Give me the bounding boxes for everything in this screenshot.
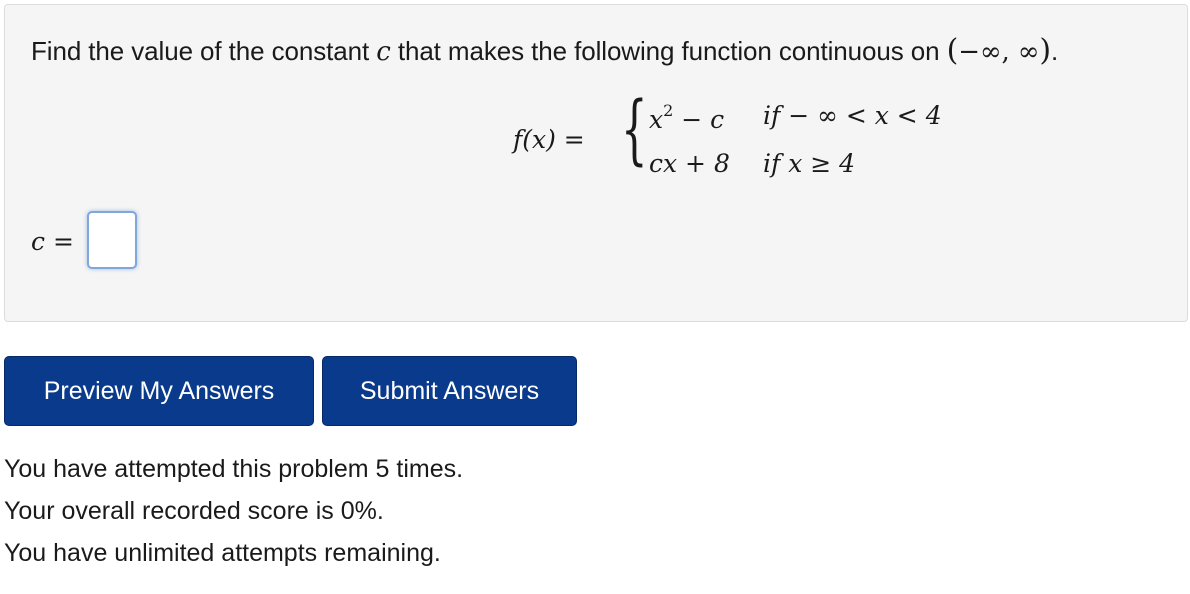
problem-prompt: Find the value of the constant c that ma… (31, 33, 1058, 68)
case-2-condition: if x ≥ 4 (763, 149, 856, 178)
score-status: Your overall recorded score is 0%. (4, 497, 384, 525)
prompt-text-after: that makes the following function contin… (397, 36, 940, 66)
attempts-status: You have attempted this problem 5 times. (4, 455, 464, 483)
preview-answers-button[interactable]: Preview My Answers (4, 356, 314, 426)
interval-close-paren: ) (1039, 33, 1051, 68)
function-lhs: f(x) = (513, 125, 585, 154)
prompt-period: . (1050, 36, 1059, 66)
piecewise-brace: { (621, 84, 648, 173)
remaining-status: You have unlimited attempts remaining. (4, 539, 441, 567)
submit-answers-button[interactable]: Submit Answers (322, 356, 577, 426)
case-2-expression: cx + 8 (649, 149, 730, 178)
constant-symbol: c (376, 37, 391, 67)
answer-input[interactable] (87, 211, 137, 269)
interval-open-paren: ( (946, 33, 959, 68)
case-1-condition: if − ∞ < x < 4 (763, 101, 942, 130)
answer-label: c = (31, 227, 74, 256)
interval-text: −∞, ∞ (958, 37, 1040, 67)
case-1-expression: x2 − c (649, 101, 725, 134)
prompt-text-before: Find the value of the constant (31, 36, 370, 66)
problem-panel: Find the value of the constant c that ma… (4, 4, 1188, 322)
